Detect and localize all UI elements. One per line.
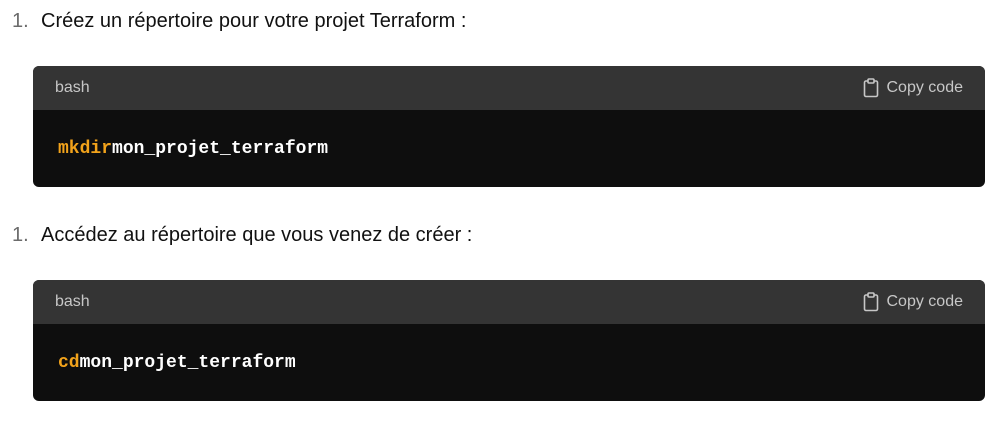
step-number: 1. xyxy=(12,223,29,246)
code-content: mkdir mon_projet_terraform xyxy=(33,110,985,187)
code-header: bash Copy code xyxy=(33,280,985,324)
code-language-label: bash xyxy=(55,293,90,310)
step-text: Créez un répertoire pour votre projet Te… xyxy=(41,9,467,32)
copy-code-button[interactable]: Copy code xyxy=(863,78,964,98)
step-instruction: 1. Accédez au répertoire que vous venez … xyxy=(12,222,472,248)
code-header: bash Copy code xyxy=(33,66,985,110)
code-command: mkdir xyxy=(58,138,113,159)
code-language-label: bash xyxy=(55,79,90,96)
code-argument: mon_projet_terraform xyxy=(112,138,329,159)
copy-code-button[interactable]: Copy code xyxy=(863,292,964,312)
step-text: Accédez au répertoire que vous venez de … xyxy=(41,223,473,246)
code-block: bash Copy code mkdir mon_projet_terrafor… xyxy=(33,66,985,187)
clipboard-icon xyxy=(863,292,878,312)
step-instruction: 1. Créez un répertoire pour votre projet… xyxy=(12,8,466,34)
copy-code-label: Copy code xyxy=(886,293,964,310)
code-command: cd xyxy=(58,352,80,373)
code-block: bash Copy code cd mon_projet_terraform xyxy=(33,280,985,401)
code-content: cd mon_projet_terraform xyxy=(33,324,985,401)
step-number: 1. xyxy=(12,9,29,32)
code-argument: mon_projet_terraform xyxy=(79,352,296,373)
copy-code-label: Copy code xyxy=(886,79,964,96)
clipboard-icon xyxy=(863,78,878,98)
